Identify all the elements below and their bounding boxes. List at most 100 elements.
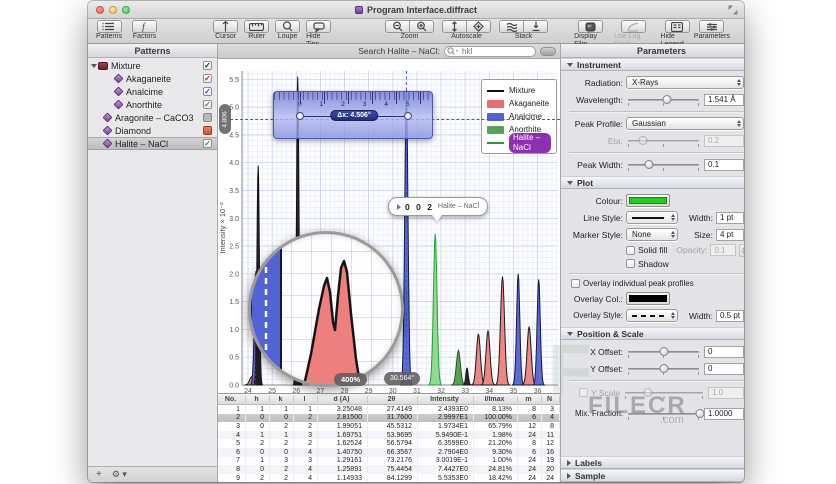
table-row[interactable]: 7 1 3 3 1.29161 73.2176 3.0019E-1 1.00% 24 19: [218, 457, 560, 466]
pattern-visibility-checkbox[interactable]: ✓: [203, 139, 212, 148]
fullscreen-icon[interactable]: [728, 5, 738, 15]
table-cell: 0: [246, 422, 270, 430]
wavelength-value[interactable]: 1.541 Å: [704, 93, 744, 106]
toolbar-parameters-button[interactable]: Parameters: [694, 20, 730, 41]
table-header-cell[interactable]: No.: [218, 395, 246, 403]
peak-width-value[interactable]: 0.1: [704, 158, 744, 171]
sidebar-item-diamond[interactable]: Diamond: [88, 124, 217, 137]
peak-width-slider[interactable]: [626, 159, 701, 171]
y-scale-slider[interactable]: [623, 387, 705, 399]
toolbar-autoscale-segment[interactable]: Autoscale: [442, 20, 492, 41]
minimize-window-button[interactable]: [109, 5, 117, 14]
pattern-visibility-checkbox[interactable]: ✓: [203, 74, 212, 83]
y-scale-value[interactable]: 1.0: [708, 386, 744, 399]
mix-fraction-value[interactable]: 1.0000: [704, 407, 744, 420]
wavelength-slider[interactable]: [626, 94, 701, 106]
section-position-scale[interactable]: Position & Scale: [561, 327, 744, 340]
section-plot[interactable]: Plot: [561, 176, 744, 189]
peak-profile-popup[interactable]: Gaussian: [626, 117, 744, 130]
pattern-visibility-checkbox[interactable]: [203, 113, 212, 122]
film-icon: [585, 22, 596, 31]
table-header-cell[interactable]: m: [518, 395, 542, 403]
collapse-stack-button[interactable]: [523, 20, 549, 33]
ruler-right-handle[interactable]: [404, 112, 412, 120]
pattern-visibility-checkbox[interactable]: ✓: [203, 100, 212, 109]
line-width-value[interactable]: 1 pt: [716, 211, 744, 224]
zoom-out-button[interactable]: [385, 20, 411, 33]
eta-slider[interactable]: [626, 135, 701, 147]
disclosure-triangle-icon[interactable]: [91, 63, 97, 68]
search-field[interactable]: [444, 45, 536, 57]
toolbar-patterns-button[interactable]: Patterns: [96, 20, 122, 41]
accessory-toggle-button[interactable]: [540, 46, 556, 56]
overlay-colour-well[interactable]: [626, 292, 670, 305]
marker-size-value[interactable]: 4 pt: [716, 228, 744, 241]
table-header-cell[interactable]: 2θ: [368, 395, 418, 403]
table-cell: 2.4393E0: [418, 405, 474, 413]
solid-fill-checkbox[interactable]: [626, 245, 635, 255]
overlay-style-popup[interactable]: [626, 309, 678, 322]
sidebar-item-analcime[interactable]: Analcime ✓: [88, 85, 217, 98]
table-row[interactable]: 8 0 2 4 1.25891 75.4454 7.4427E0 24.81% 24 20: [218, 465, 560, 474]
zoom-in-button[interactable]: [409, 20, 435, 33]
x-offset-slider[interactable]: [626, 346, 701, 358]
loupe-magnifier[interactable]: [248, 231, 404, 387]
popup-arrows-icon: [671, 312, 675, 319]
table-row[interactable]: 6 0 0 4 1.40750 66.3567 2.7904E0 9.30% 6 16: [218, 447, 560, 457]
table-row[interactable]: 5 2 2 2 1.62524 56.5794 6.3599E0 21.20% 8 12: [218, 439, 560, 448]
y-offset-slider[interactable]: [626, 363, 701, 375]
table-header-cell[interactable]: N: [542, 395, 560, 403]
table-header-cell[interactable]: h: [246, 395, 270, 403]
table-row[interactable]: 1 1 1 1 3.25048 27.4149 2.4393E0 8.13% 8 3: [218, 405, 560, 414]
pattern-visibility-checkbox[interactable]: [203, 126, 212, 135]
eta-value[interactable]: 0.2: [704, 134, 744, 147]
toolbar-loupe-button[interactable]: Loupe: [275, 20, 301, 41]
sidebar-item-aragonite-caco3[interactable]: Aragonite – CaCO3: [88, 111, 217, 124]
ruler-left-handle[interactable]: [296, 112, 304, 120]
section-sample[interactable]: Sample: [561, 469, 744, 482]
add-pattern-button[interactable]: +: [96, 469, 102, 480]
toolbar-factors-button[interactable]: f Factors: [132, 20, 158, 41]
table-header-cell[interactable]: d (Å): [318, 395, 368, 403]
y-scale-checkbox[interactable]: [579, 388, 588, 397]
pattern-visibility-checkbox[interactable]: ✓: [203, 61, 212, 70]
sidebar-item-anorthite[interactable]: Anorthite ✓: [88, 98, 217, 111]
toolbar-stack-segment[interactable]: Stack: [499, 20, 549, 41]
line-style-popup[interactable]: [626, 211, 678, 224]
toolbar-ruler-button[interactable]: Ruler: [244, 20, 270, 41]
colour-well[interactable]: [626, 194, 670, 207]
radiation-popup[interactable]: X-Rays: [626, 76, 744, 89]
pattern-actions-menu-button[interactable]: ⚙ ▾: [112, 469, 127, 480]
y-offset-value[interactable]: 0: [704, 362, 744, 375]
overlay-width-value[interactable]: 0.5 pt: [716, 309, 744, 322]
sidebar-item-mixture[interactable]: Mixture ✓: [88, 59, 217, 72]
opacity-value[interactable]: 0.1: [710, 244, 737, 256]
table-header-cell[interactable]: I/Imax: [474, 395, 518, 403]
table-row[interactable]: 2 0 0 2 2.81500 31.7600 2.9997E1 100.00% 6 4: [218, 413, 560, 423]
table-row[interactable]: 9 2 2 4 1.14933 84.1299 5.5353E0 18.42% 24 24: [218, 474, 560, 482]
autoscale-y-button[interactable]: [442, 20, 468, 33]
sidebar-item-halite-nacl[interactable]: Halite – NaCl ✓: [88, 137, 217, 150]
table-header-cell[interactable]: k: [270, 395, 294, 403]
section-instrument[interactable]: Instrument: [561, 58, 744, 71]
opacity-stepper[interactable]: [739, 243, 744, 257]
table-header-cell[interactable]: Intensity: [418, 395, 474, 403]
x-offset-value[interactable]: 0: [704, 345, 744, 358]
sidebar-item-akaganeite[interactable]: Akaganeite ✓: [88, 72, 217, 85]
toolbar-cursor-button[interactable]: Cursor: [213, 20, 239, 41]
table-row[interactable]: 3 0 2 2 1.99051 45.5312 1.9734E1 65.79% 12 8: [218, 422, 560, 431]
mix-fraction-slider[interactable]: [626, 408, 704, 420]
marker-style-popup[interactable]: None: [626, 228, 678, 241]
zoom-window-button[interactable]: [122, 5, 130, 14]
table-row[interactable]: 4 1 1 3 1.69751 53.9695 5.9490E-1 1.98% 24 11: [218, 430, 560, 440]
close-window-button[interactable]: [96, 5, 104, 14]
measurement-ruler[interactable]: 0 1 2 3 4 5 Δx: 4.506°: [273, 91, 433, 139]
pattern-visibility-checkbox[interactable]: ✓: [203, 87, 212, 96]
shadow-checkbox[interactable]: [626, 259, 635, 268]
toolbar-zoom-segment[interactable]: Zoom: [385, 20, 435, 41]
autoscale-fit-button[interactable]: [466, 20, 492, 33]
stack-button[interactable]: [499, 20, 525, 33]
overlay-peaks-checkbox[interactable]: [571, 279, 580, 288]
section-labels[interactable]: Labels: [561, 456, 744, 469]
table-header-cell[interactable]: l: [294, 395, 318, 403]
